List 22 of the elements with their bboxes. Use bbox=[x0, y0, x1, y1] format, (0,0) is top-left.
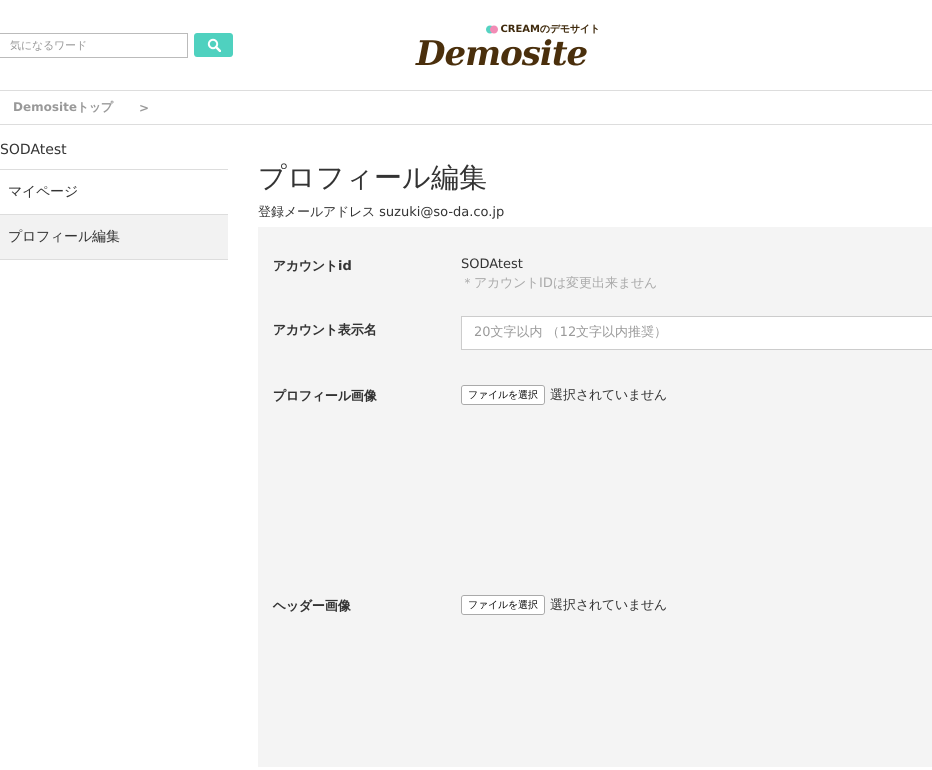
display-name-field[interactable]: 20文字以内 （12文字以内推奨） bbox=[461, 316, 932, 350]
email-text: 登録メールアドレス suzuki@so-da.co.jp bbox=[258, 204, 506, 221]
file-select-button[interactable]: ファイルを選択 bbox=[461, 595, 545, 615]
note-text: ＊アカウントIDは変更出来ません bbox=[461, 275, 658, 292]
logo-tagline: CREAMのデモサイト bbox=[500, 23, 600, 36]
logo-text: Demosite bbox=[416, 36, 588, 72]
field-label: ヘッダー画像 bbox=[272, 598, 352, 616]
sidebar-item[interactable]: プロフィール編集 bbox=[0, 215, 228, 260]
field-label: アカウントid bbox=[272, 258, 353, 276]
file-status: 選択されていません bbox=[550, 387, 667, 404]
search-button[interactable] bbox=[194, 33, 233, 57]
file-status: 選択されていません bbox=[550, 597, 667, 614]
page-title: プロフィール編集 bbox=[258, 161, 488, 195]
field-label: アカウント表示名 bbox=[272, 322, 378, 340]
field-label: プロフィール画像 bbox=[272, 388, 378, 406]
file-select-button[interactable]: ファイルを選択 bbox=[461, 385, 545, 405]
search-icon bbox=[206, 38, 220, 52]
dots-icon bbox=[486, 24, 498, 34]
search-field[interactable]: 気になるワード bbox=[0, 32, 188, 58]
account-id: SODAtest bbox=[461, 257, 524, 272]
breadcrumb-separator: > bbox=[138, 100, 150, 114]
sidebar-title: SODAtest bbox=[0, 142, 228, 170]
